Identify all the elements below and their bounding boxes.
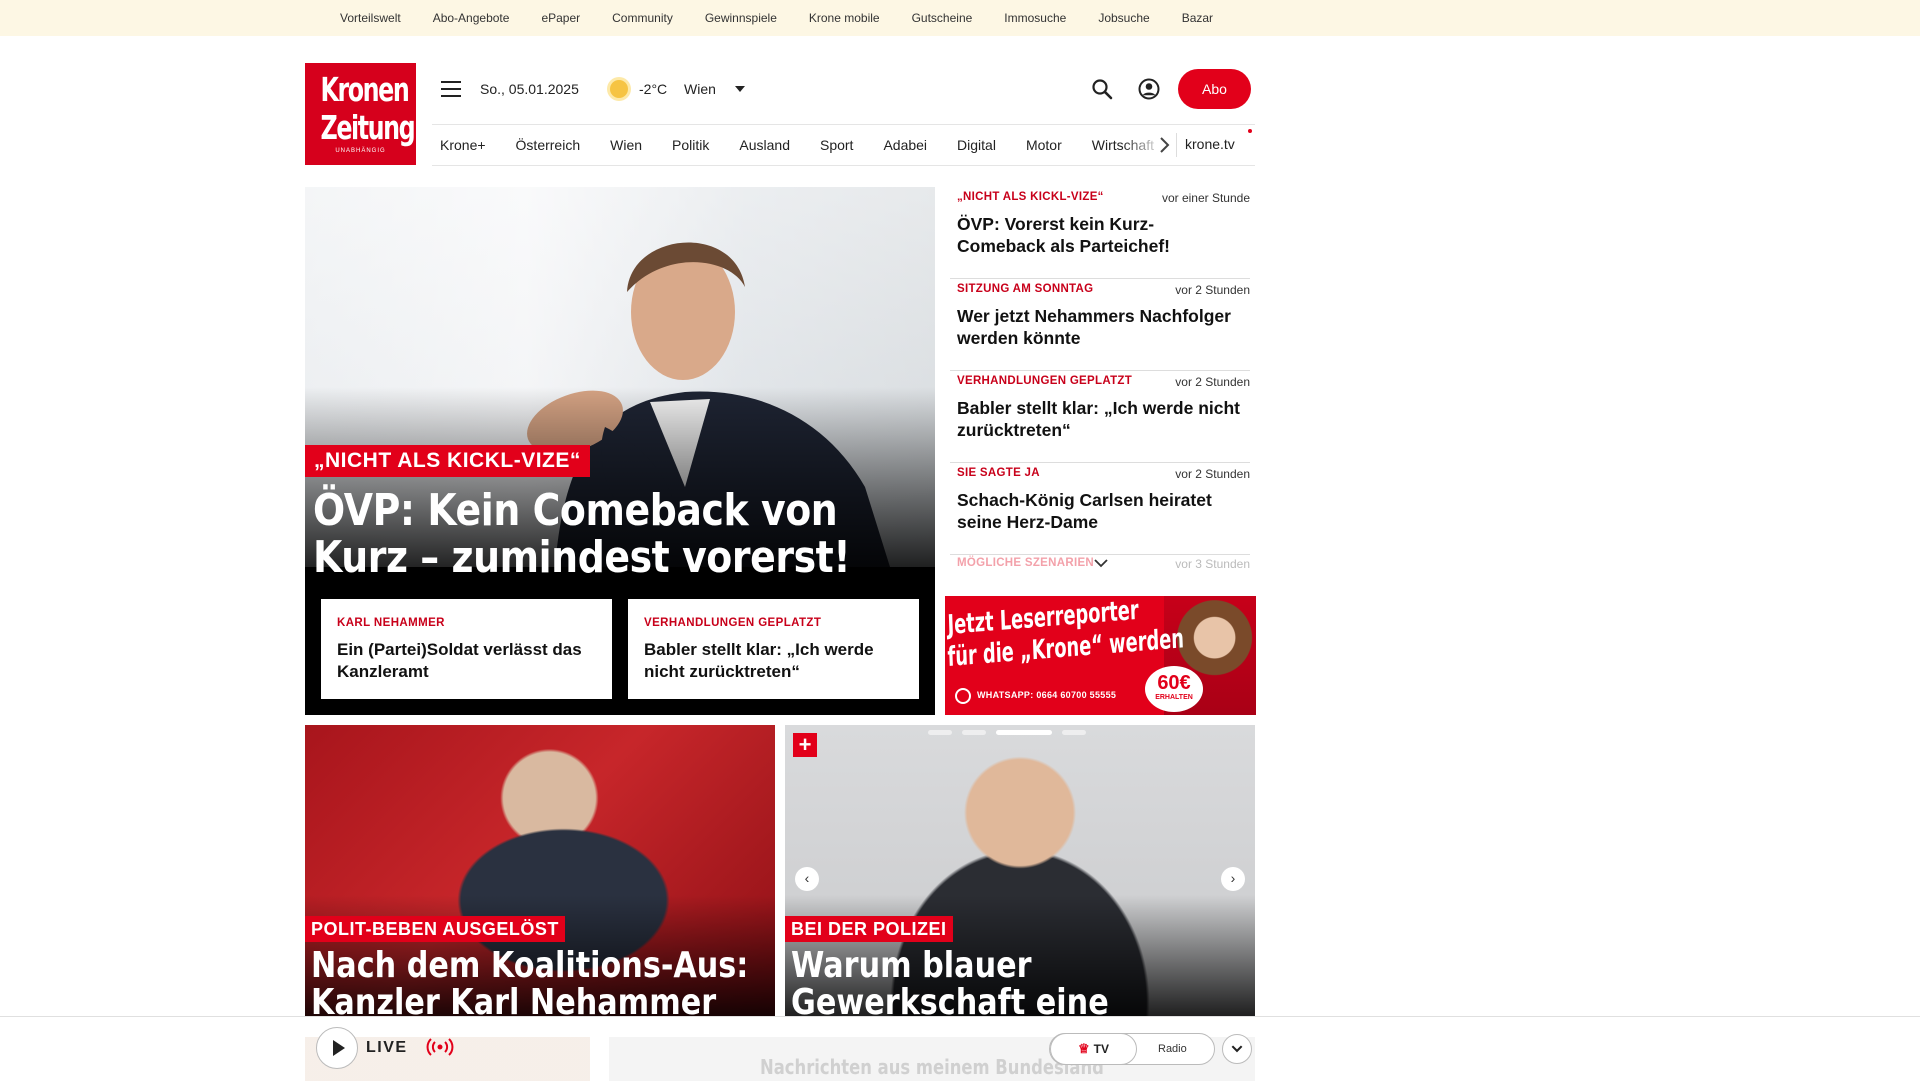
chevron-down-icon[interactable] bbox=[1093, 557, 1109, 569]
top-link-bazar[interactable]: Bazar bbox=[1182, 11, 1213, 25]
live-label: LIVE bbox=[366, 1039, 408, 1056]
play-icon[interactable] bbox=[316, 1027, 358, 1069]
abo-button[interactable]: Abo bbox=[1178, 69, 1251, 109]
top-link-vorteilswelt[interactable]: Vorteilswelt bbox=[340, 11, 401, 25]
top-link-gutscheine[interactable]: Gutscheine bbox=[912, 11, 973, 25]
nav-item-krone-tv[interactable]: krone.tv bbox=[1185, 136, 1235, 152]
radio-option[interactable]: Radio bbox=[1158, 1034, 1187, 1064]
subcard-title[interactable]: Babler stellt klar: „Ich werde nicht zur… bbox=[644, 639, 914, 683]
nav-item-wien[interactable]: Wien bbox=[610, 137, 642, 153]
list-item[interactable]: VERHANDLUNGEN GEPLATZT vor 2 Stunden Bab… bbox=[950, 371, 1250, 463]
hero-subcard-1[interactable]: KARL NEHAMMER Ein (Partei)Soldat verläss… bbox=[321, 599, 612, 699]
tv-option-label: TV bbox=[1093, 1042, 1109, 1056]
list-item-time: vor 2 Stunden bbox=[1175, 375, 1250, 389]
expand-chevron-icon[interactable] bbox=[1222, 1034, 1252, 1064]
nav-item-digital[interactable]: Digital bbox=[957, 137, 996, 153]
list-item-kicker: SITZUNG AM SONNTAG bbox=[957, 283, 1094, 295]
list-item-kicker: VERHANDLUNGEN GEPLATZT bbox=[957, 375, 1133, 387]
story-card-2[interactable]: + ‹ › BEI DER POLIZEI Warum blauer Gewer… bbox=[785, 725, 1255, 1017]
top-links: Vorteilswelt Abo-Angebote ePaper Communi… bbox=[340, 0, 1245, 36]
list-item[interactable]: „NICHT ALS KICKL-VIZE“ vor einer Stunde … bbox=[950, 187, 1250, 279]
nav-items: Krone+ Österreich Wien Politik Ausland S… bbox=[440, 125, 1160, 165]
list-item-time: vor einer Stunde bbox=[1161, 191, 1250, 205]
logo-line-1: Kronen bbox=[320, 70, 410, 109]
crown-icon: ♕ bbox=[1078, 1041, 1090, 1056]
search-icon[interactable] bbox=[1091, 78, 1113, 100]
hero-subcard-2[interactable]: VERHANDLUNGEN GEPLATZT Babler stellt kla… bbox=[628, 599, 919, 699]
list-item-kicker: „NICHT ALS KICKL-VIZE“ bbox=[957, 191, 1104, 203]
subcard-kicker: KARL NEHAMMER bbox=[337, 617, 445, 629]
story-title[interactable]: Nach dem Koalitions-Aus: Kanzler Karl Ne… bbox=[311, 947, 775, 1017]
nav-item-krone-plus[interactable]: Krone+ bbox=[440, 137, 486, 153]
nav-item-oesterreich[interactable]: Österreich bbox=[516, 137, 581, 153]
chevron-right-icon[interactable] bbox=[1154, 135, 1174, 155]
tv-option[interactable]: ♕ TV bbox=[1050, 1033, 1137, 1065]
list-item-time: vor 2 Stunden bbox=[1175, 467, 1250, 481]
tv-radio-toggle[interactable]: ♕ TV Radio bbox=[1049, 1033, 1215, 1065]
temperature: -2°C bbox=[639, 81, 668, 97]
current-date: So., 05.01.2025 bbox=[480, 81, 579, 97]
top-link-gewinnspiele[interactable]: Gewinnspiele bbox=[705, 11, 777, 25]
nav-item-adabei[interactable]: Adabei bbox=[883, 137, 927, 153]
latest-news-list: „NICHT ALS KICKL-VIZE“ vor einer Stunde … bbox=[950, 187, 1250, 577]
hero-kicker: „NICHT ALS KICKL-VIZE“ bbox=[305, 445, 590, 477]
list-item-title[interactable]: Wer jetzt Nehammers Nachfolger werden kö… bbox=[957, 305, 1242, 349]
top-link-krone-mobile[interactable]: Krone mobile bbox=[809, 11, 880, 25]
sun-weather-icon bbox=[610, 80, 628, 98]
carousel-next-icon[interactable]: › bbox=[1221, 867, 1245, 891]
top-link-jobsuche[interactable]: Jobsuche bbox=[1098, 11, 1149, 25]
ad-badge-amount: 60€ bbox=[1157, 672, 1191, 694]
top-link-abo-angebote[interactable]: Abo-Angebote bbox=[433, 11, 510, 25]
logo-tagline: UNABHÄNGIG bbox=[335, 148, 386, 154]
list-item-kicker: MÖGLICHE SZENARIEN bbox=[957, 557, 1095, 569]
main-navigation: Krone+ Österreich Wien Politik Ausland S… bbox=[432, 124, 1255, 166]
caret-down-icon[interactable] bbox=[735, 86, 745, 92]
nav-item-sport[interactable]: Sport bbox=[820, 137, 853, 153]
list-item-time: vor 2 Stunden bbox=[1175, 283, 1250, 297]
list-item-title[interactable]: Babler stellt klar: „Ich werde nicht zur… bbox=[957, 397, 1242, 441]
carousel-dots[interactable] bbox=[928, 730, 1086, 736]
top-link-community[interactable]: Community bbox=[612, 11, 673, 25]
list-item-time: vor 3 Stunden bbox=[1175, 557, 1250, 571]
nav-divider bbox=[1176, 133, 1177, 157]
carousel-prev-icon[interactable]: ‹ bbox=[795, 867, 819, 891]
hamburger-menu-icon[interactable] bbox=[441, 81, 461, 97]
ad-reward-badge: 60€ ERHALTEN bbox=[1145, 666, 1203, 712]
list-item-title[interactable]: ÖVP: Vorerst kein Kurz-Comeback als Part… bbox=[957, 213, 1242, 257]
user-account-icon[interactable] bbox=[1138, 78, 1160, 100]
hero-title[interactable]: ÖVP: Kein Comeback von Kurz – zumindest … bbox=[313, 487, 924, 581]
story-title[interactable]: Warum blauer Gewerkschaft eine Austritts… bbox=[791, 947, 1255, 1017]
kronen-zeitung-logo[interactable]: Kronen Zeitung UNABHÄNGIG bbox=[305, 63, 416, 165]
krone-plus-icon: + bbox=[793, 733, 817, 757]
list-item[interactable]: SITZUNG AM SONNTAG vor 2 Stunden Wer jet… bbox=[950, 279, 1250, 371]
logo-line-2: Zeitung bbox=[320, 108, 416, 147]
live-dot-icon bbox=[1248, 129, 1252, 133]
city-selector[interactable]: Wien bbox=[684, 81, 716, 97]
story-card-1[interactable]: POLIT-BEBEN AUSGELÖST Nach dem Koalition… bbox=[305, 725, 775, 1017]
story-kicker: POLIT-BEBEN AUSGELÖST bbox=[305, 916, 565, 942]
ad-whatsapp-number: WHATSAPP: 0664 60700 55555 bbox=[977, 690, 1117, 700]
list-item-title[interactable]: Schach-König Carlsen heiratet seine Herz… bbox=[957, 489, 1242, 533]
list-item[interactable]: SIE SAGTE JA vor 2 Stunden Schach-König … bbox=[950, 463, 1250, 555]
nav-item-politik[interactable]: Politik bbox=[672, 137, 709, 153]
subcard-title[interactable]: Ein (Partei)Soldat verlässt das Kanzlera… bbox=[337, 639, 607, 683]
subcard-kicker: VERHANDLUNGEN GEPLATZT bbox=[644, 617, 822, 629]
ad-badge-label: ERHALTEN bbox=[1155, 694, 1193, 701]
nav-item-motor[interactable]: Motor bbox=[1026, 137, 1062, 153]
top-link-epaper[interactable]: ePaper bbox=[541, 11, 580, 25]
broadcast-icon bbox=[426, 1038, 454, 1056]
whatsapp-icon bbox=[955, 688, 971, 704]
live-player-bar: Nachrichten aus meinem Bundesland LIVE ♕… bbox=[0, 1016, 1920, 1081]
top-link-immosuche[interactable]: Immosuche bbox=[1004, 11, 1066, 25]
story-kicker: BEI DER POLIZEI bbox=[785, 916, 953, 942]
list-item-kicker: SIE SAGTE JA bbox=[957, 467, 1040, 479]
top-link-bar: Vorteilswelt Abo-Angebote ePaper Communi… bbox=[0, 0, 1920, 36]
nav-item-ausland[interactable]: Ausland bbox=[739, 137, 790, 153]
hero-story[interactable]: „NICHT ALS KICKL-VIZE“ ÖVP: Kein Comebac… bbox=[305, 187, 935, 715]
leserreporter-ad-banner[interactable]: Jetzt Leserreporter für die „Krone“ werd… bbox=[945, 596, 1256, 715]
